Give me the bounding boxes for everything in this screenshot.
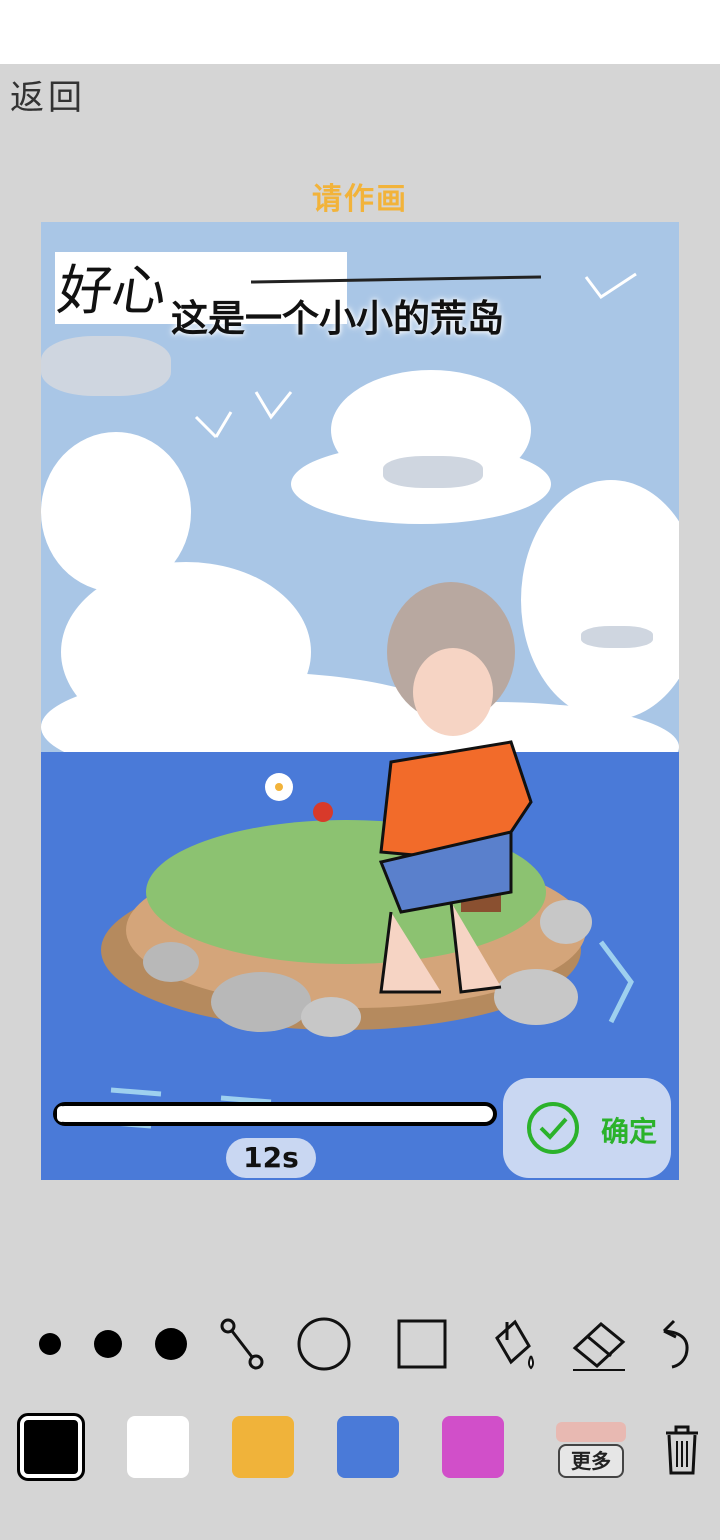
more-colors-label: 更多 (558, 1444, 624, 1478)
drawing-canvas[interactable]: 好心 这是一个小小的荒岛 12s 确定 (41, 222, 679, 1180)
circle-tool-icon (297, 1317, 351, 1371)
island-illustration (100, 272, 637, 1129)
prompt-title: 请作画 (312, 182, 408, 217)
color-swatch-white[interactable] (127, 1416, 189, 1478)
undo-button[interactable] (652, 1314, 700, 1374)
brush-medium[interactable] (86, 1314, 130, 1374)
timer-label: 12s (226, 1138, 316, 1178)
trash-icon (666, 1425, 698, 1475)
canvas-title-text: 这是一个小小的荒岛 (171, 297, 504, 340)
check-circle-icon (527, 1102, 579, 1154)
color-swatch-black[interactable] (17, 1413, 85, 1481)
confirm-label: 确定 (601, 1115, 658, 1148)
paint-bucket-icon (495, 1319, 534, 1370)
color-swatch-blue[interactable] (337, 1416, 399, 1478)
tool-bar (0, 1314, 720, 1374)
eraser-icon (572, 1322, 626, 1371)
clear-canvas-button[interactable] (656, 1412, 708, 1488)
time-progress-fill (57, 1106, 66, 1122)
eraser-tool[interactable] (568, 1314, 630, 1374)
more-colors-button[interactable]: 更多 (556, 1422, 626, 1482)
brush-large-dot-icon (155, 1328, 187, 1360)
rectangle-tool[interactable] (392, 1314, 452, 1374)
drawing-screen: 返回 请作画 好心 这是一个小小的荒岛 12s 确定 更多 (0, 64, 720, 1540)
more-colors-swatch (556, 1422, 626, 1442)
confirm-button[interactable]: 确定 (503, 1078, 671, 1178)
color-palette: 更多 (0, 1412, 720, 1488)
rectangle-tool-icon (397, 1319, 447, 1369)
undo-icon (662, 1319, 689, 1369)
brush-medium-dot-icon (94, 1330, 122, 1358)
time-progress-bar (53, 1102, 497, 1126)
color-swatch-yellow[interactable] (232, 1416, 294, 1478)
handwritten-text: 好心 (53, 259, 171, 322)
line-tool-icon (220, 1318, 264, 1370)
back-button[interactable]: 返回 (10, 70, 86, 119)
fill-tool[interactable] (484, 1314, 540, 1374)
line-tool[interactable] (212, 1314, 270, 1374)
color-swatch-magenta[interactable] (442, 1416, 504, 1478)
brush-large[interactable] (148, 1314, 194, 1374)
circle-tool[interactable] (292, 1314, 356, 1374)
brush-small-dot-icon (39, 1333, 61, 1355)
brush-small[interactable] (30, 1314, 70, 1374)
